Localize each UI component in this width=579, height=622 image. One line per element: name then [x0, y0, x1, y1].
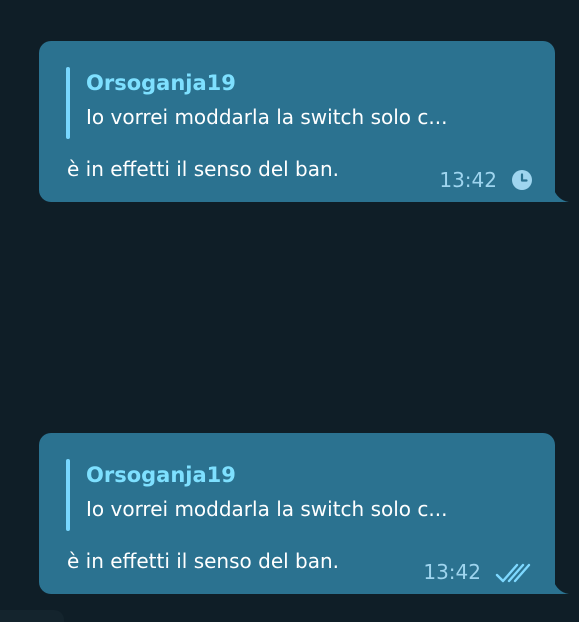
reply-text: Io vorrei moddarla la switch solo c...	[86, 497, 448, 521]
reply-accent-bar	[66, 459, 70, 531]
message-meta: 13:42	[439, 165, 533, 195]
message-time: 13:42	[439, 168, 497, 192]
clock-icon	[511, 169, 533, 191]
message-meta: 13:42	[423, 557, 533, 587]
bottom-panel-edge	[0, 610, 64, 622]
reply-preview[interactable]: Orsoganja19 Io vorrei moddarla la switch…	[66, 459, 526, 531]
double-check-icon	[495, 560, 533, 584]
message-bubble[interactable]: Orsoganja19 Io vorrei moddarla la switch…	[39, 433, 569, 594]
bubble-tail	[553, 580, 569, 594]
bubble-tail	[553, 188, 569, 202]
reply-author: Orsoganja19	[86, 71, 236, 95]
chat-area: Orsoganja19 Io vorrei moddarla la switch…	[0, 0, 579, 622]
message-text: è in effetti il senso del ban.	[67, 549, 340, 573]
message-time: 13:42	[423, 560, 481, 584]
reply-text: Io vorrei moddarla la switch solo c...	[86, 105, 448, 129]
reply-author: Orsoganja19	[86, 463, 236, 487]
reply-accent-bar	[66, 67, 70, 139]
reply-preview[interactable]: Orsoganja19 Io vorrei moddarla la switch…	[66, 67, 526, 139]
message-bubble[interactable]: Orsoganja19 Io vorrei moddarla la switch…	[39, 41, 569, 202]
message-text: è in effetti il senso del ban.	[67, 157, 340, 181]
